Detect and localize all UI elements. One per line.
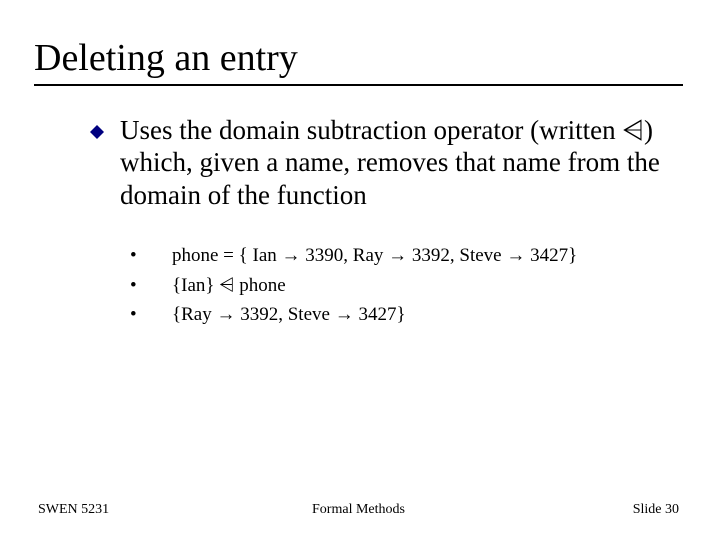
list-item: • {Ian} ⩤ phone [130, 271, 663, 300]
footer-right: Slide 30 [633, 502, 679, 518]
bullet-dot-icon: • [130, 241, 172, 270]
slide: Deleting an entry Uses the domain subtra… [0, 0, 717, 538]
list-item: • phone = { Ian → 3390, Ray → 3392, Stev… [130, 241, 663, 270]
sub-bullet-text: {Ian} ⩤ phone [172, 271, 286, 300]
sub-bullet-text: {Ray → 3392, Steve → 3427} [172, 300, 406, 329]
sub-bullet-text: phone = { Ian → 3390, Ray → 3392, Steve … [172, 241, 577, 270]
main-bullet-text: Uses the domain subtraction operator (wr… [120, 114, 663, 211]
sub-list: • phone = { Ian → 3390, Ray → 3392, Stev… [130, 241, 663, 329]
slide-title: Deleting an entry [34, 36, 683, 86]
bullet-dot-icon: • [130, 300, 172, 329]
footer-center: Formal Methods [312, 502, 405, 518]
slide-body: Uses the domain subtraction operator (wr… [90, 114, 663, 329]
footer-left: SWEN 5231 [38, 502, 109, 518]
list-item: • {Ray → 3392, Steve → 3427} [130, 300, 663, 329]
bullet-diamond-icon [90, 125, 104, 139]
list-item: Uses the domain subtraction operator (wr… [90, 114, 663, 211]
bullet-dot-icon: • [130, 271, 172, 300]
slide-footer: SWEN 5231 Formal Methods Slide 30 [0, 502, 717, 518]
